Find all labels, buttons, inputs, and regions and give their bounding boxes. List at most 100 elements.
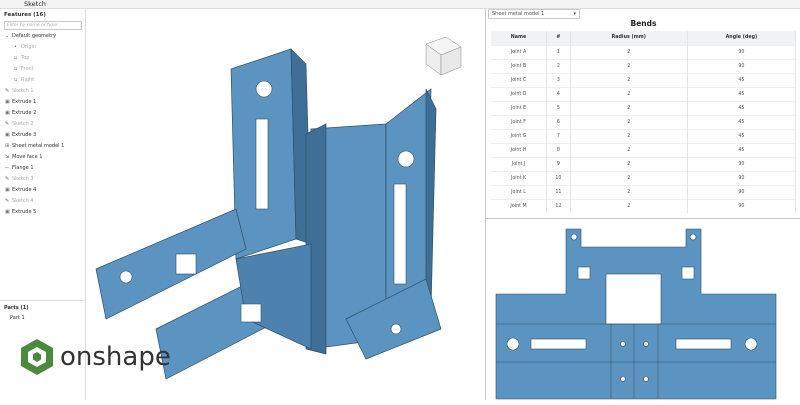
table-row[interactable]: Joint K 10 2 90	[491, 170, 797, 185]
chevron-down-icon: ▾	[573, 11, 576, 17]
table-row[interactable]: Joint E 5 2 45	[491, 100, 797, 115]
origin-icon: •	[14, 44, 17, 50]
column-header[interactable]: Angle (deg)	[687, 31, 797, 45]
feature-item[interactable]: ✎ Sketch 2	[0, 119, 85, 130]
feature-label: Extrude 1	[12, 99, 37, 105]
features-title: Features (16)	[4, 12, 46, 18]
table-cell: Joint E	[491, 100, 548, 115]
table-row[interactable]: Joint B 2 2 90	[491, 58, 797, 73]
feature-item[interactable]: ▫ Front	[0, 64, 85, 75]
table-cell: 2	[570, 184, 688, 199]
feature-item[interactable]: ⊞ Sheet metal model 1	[0, 141, 85, 152]
table-row[interactable]: Joint J 9 2 90	[491, 156, 797, 171]
table-cell: Joint A	[491, 44, 548, 59]
table-cell: 12	[546, 198, 571, 213]
column-header[interactable]: Radius (mm)	[570, 31, 688, 45]
extrude-icon: ▣	[5, 110, 10, 116]
table-cell: 2	[570, 72, 688, 87]
sheet-metal-model-select[interactable]: Sheet metal model 1 ▾	[488, 9, 580, 19]
feature-item[interactable]: ▣ Extrude 3	[0, 130, 85, 141]
feature-label: Extrude 2	[12, 110, 37, 116]
table-row[interactable]: Joint A 1 2 90	[491, 44, 797, 59]
table-cell: 90	[687, 58, 797, 73]
table-cell: 11	[546, 184, 571, 199]
onshape-hex-icon	[21, 339, 53, 375]
feature-label: Extrude 3	[12, 132, 37, 138]
sketch-icon: ✎	[5, 176, 10, 182]
table-cell: Joint G	[491, 128, 548, 143]
table-row[interactable]: Joint L 11 2 90	[491, 184, 797, 199]
table-cell: 9	[546, 156, 571, 171]
sheet-metal-icon: ⊞	[5, 143, 10, 149]
table-cell: 2	[570, 100, 688, 115]
feature-item[interactable]: • Origin	[0, 42, 85, 53]
table-cell: Joint F	[491, 114, 548, 129]
feature-item[interactable]: ▣ Extrude 5	[0, 207, 85, 218]
feature-label: Extrude 5	[12, 209, 37, 215]
flange-icon: ⌐	[5, 165, 10, 171]
feature-label: Flange 1	[12, 165, 34, 171]
flat-pattern-view[interactable]	[486, 218, 800, 400]
sketch-icon: ✎	[5, 198, 10, 204]
feature-item[interactable]: ⇲ Move face 1	[0, 152, 85, 163]
feature-item[interactable]: ▣ Extrude 2	[0, 108, 85, 119]
feature-item[interactable]: ▫ Top	[0, 53, 85, 64]
table-cell: 90	[687, 184, 797, 199]
table-row[interactable]: Joint G 7 2 45	[491, 128, 797, 143]
table-cell: 45	[687, 86, 797, 101]
plane-icon: ▫	[14, 77, 18, 83]
toolbar: Sketch	[0, 0, 800, 9]
part-item[interactable]: Part 1	[4, 311, 82, 325]
feature-filter-input[interactable]: Filter by name or type	[4, 21, 82, 30]
flat-pattern	[495, 228, 777, 400]
table-row[interactable]: Joint H 8 2 45	[491, 142, 797, 157]
plane-icon: ▫	[14, 66, 18, 72]
view-cube[interactable]	[425, 36, 462, 76]
feature-label: Sketch 1	[12, 88, 34, 94]
feature-item[interactable]: ▣ Extrude 1	[0, 97, 85, 108]
column-header[interactable]: #	[546, 31, 571, 45]
table-cell: 90	[687, 198, 797, 213]
feature-item[interactable]: ✎ Sketch 1	[0, 86, 85, 97]
feature-label: Sheet metal model 1	[12, 143, 65, 149]
table-cell: 45	[687, 100, 797, 115]
table-cell: Joint D	[491, 86, 548, 101]
feature-label: Sketch 2	[12, 121, 34, 127]
table-cell: 7	[546, 128, 571, 143]
table-cell: 1	[546, 44, 571, 59]
parts-panel: Parts (1) Part 1	[0, 300, 86, 329]
feature-item[interactable]: ⌐ Flange 1	[0, 163, 85, 174]
table-row[interactable]: Joint F 6 2 45	[491, 114, 797, 129]
table-row[interactable]: Joint M 12 2 90	[491, 198, 797, 213]
feature-item[interactable]: ▣ Extrude 4	[0, 185, 85, 196]
table-cell: 90	[687, 44, 797, 59]
feature-label: Extrude 4	[12, 187, 37, 193]
feature-item[interactable]: ✎ Sketch 3	[0, 174, 85, 185]
extrude-icon: ▣	[5, 132, 10, 138]
table-cell: 2	[570, 128, 688, 143]
table-row[interactable]: Joint D 4 2 45	[491, 86, 797, 101]
table-cell: 45	[687, 72, 797, 87]
table-row[interactable]: Joint C 3 2 45	[491, 72, 797, 87]
table-cell: 45	[687, 128, 797, 143]
feature-label: Top	[21, 55, 30, 61]
feature-label: Right	[21, 77, 35, 83]
chevron-down-icon: ⌄	[5, 33, 10, 39]
table-cell: 3	[546, 72, 571, 87]
table-cell: 45	[687, 142, 797, 157]
feature-item[interactable]: ▫ Right	[0, 75, 85, 86]
table-cell: 6	[546, 114, 571, 129]
bend-table-panel: Sheet metal model 1 ▾ Bends Name # Radius (…	[485, 9, 800, 400]
feature-label: Default geometry	[12, 33, 57, 39]
table-cell: 10	[546, 170, 571, 185]
column-header[interactable]: Name	[491, 31, 548, 45]
feature-label: Sketch 4	[12, 198, 34, 204]
feature-item[interactable]: ✎ Sketch 4	[0, 196, 85, 207]
extrude-icon: ▣	[5, 99, 10, 105]
table-cell: 2	[570, 170, 688, 185]
table-cell: 90	[687, 156, 797, 171]
sketch-button[interactable]: Sketch	[22, 0, 48, 8]
feature-item[interactable]: ⌄ Default geometry	[0, 31, 85, 42]
table-cell: 2	[570, 58, 688, 73]
sketch-icon: ✎	[5, 121, 10, 127]
